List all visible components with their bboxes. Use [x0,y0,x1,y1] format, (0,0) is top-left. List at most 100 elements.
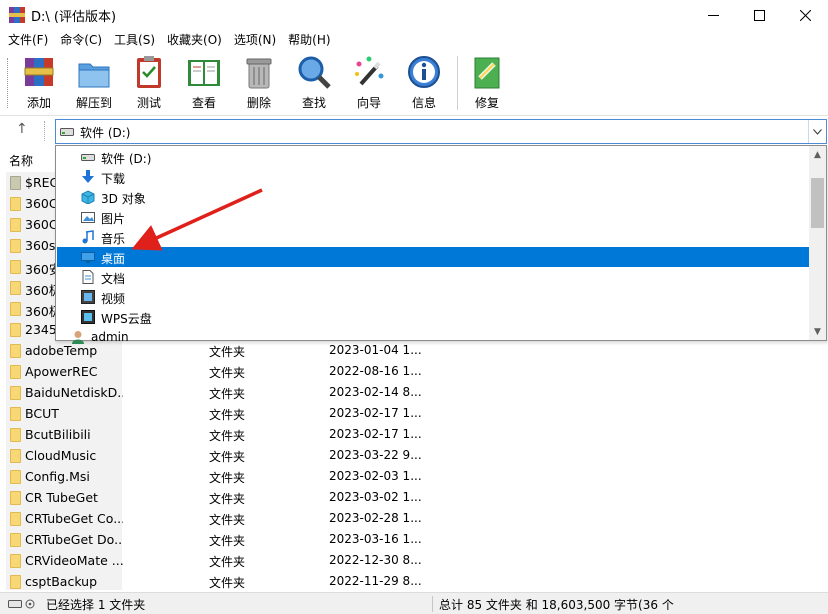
repair-button[interactable]: 修复 [461,54,513,114]
path-dropdown-list: 软件 (D:) 下载 3D 对象 图片音乐桌面文档视频 WPS云盘 admin ▲ ▼ [55,145,827,344]
file-date: 2022-12-30 8... [329,553,422,567]
dropdown-item-music[interactable]: 音乐 [57,227,810,247]
file-date: 2023-03-02 1... [329,490,422,504]
list-item[interactable]: BcutBilibili 文件夹 2023-02-17 1... [0,424,828,445]
file-date: 2023-02-14 8... [329,385,422,399]
file-type: 文件夹 [209,471,246,485]
archive-books-icon [21,54,57,90]
up-arrow-icon[interactable]: ↑ [16,121,28,137]
folder-icon [10,281,21,295]
list-item[interactable]: CR TubeGet 文件夹 2023-03-02 1... [0,487,828,508]
window-title: D:\ (评估版本) [31,9,117,25]
list-item[interactable]: BaiduNetdiskD... 文件夹 2023-02-14 8... [0,382,828,403]
maximize-button[interactable] [736,0,782,30]
dropdown-item-download[interactable]: 下载 [57,167,810,187]
menu-tools[interactable]: 工具(S) [108,30,161,50]
file-name: CRTubeGet Co... [25,511,123,526]
folder-icon [10,449,21,463]
list-item[interactable]: BCUT 文件夹 2023-02-17 1... [0,403,828,424]
view-button[interactable]: 查看 [178,54,230,114]
scroll-down-icon[interactable]: ▼ [809,323,826,340]
folder-extract-icon [76,54,112,90]
file-name: BCUT [25,406,59,421]
list-item[interactable]: Config.Msi 文件夹 2023-02-03 1... [0,466,828,487]
dropdown-item-documents[interactable]: 文档 [57,267,810,287]
file-date: 2023-02-17 1... [329,427,422,441]
documents-icon [81,270,95,284]
status-bar: 已经选择 1 文件夹 总计 85 文件夹 和 18,603,500 字节(36 … [0,592,828,614]
dropdown-item-label: 视频 [101,292,126,306]
folder-icon [10,260,21,274]
list-item[interactable]: CloudMusic 文件夹 2023-03-22 9... [0,445,828,466]
menu-favorites[interactable]: 收藏夹(O) [161,30,228,50]
list-item[interactable]: ApowerREC 文件夹 2022-08-16 1... [0,361,828,382]
download-icon [81,170,95,184]
folder-icon [10,218,21,232]
list-item[interactable]: CRTubeGet Do... 文件夹 2023-03-16 1... [0,529,828,550]
path-combobox[interactable]: 软件 (D:) [55,119,827,144]
menu-commands[interactable]: 命令(C) [54,30,108,50]
dropdown-item-label: 文档 [101,272,126,286]
dropdown-item-desktop[interactable]: 桌面 [57,247,810,267]
extract-to-button[interactable]: 解压到 [68,54,120,114]
file-type: 文件夹 [209,387,246,401]
list-item[interactable]: CRTubeGet Co... 文件夹 2023-02-28 1... [0,508,828,529]
menu-help[interactable]: 帮助(H) [282,30,336,50]
folder-icon [10,575,21,589]
file-date: 2023-03-22 9... [329,448,422,462]
file-name: csptBackup [25,574,98,589]
list-item[interactable]: CRVideoMate ... 文件夹 2022-12-30 8... [0,550,828,571]
address-bar: ↑ 软件 (D:) [0,117,828,145]
winrar-logo-icon [9,7,25,23]
magic-wand-icon [351,54,387,90]
column-name-header[interactable]: 名称 [9,152,33,169]
title-bar: D:\ (评估版本) [0,0,828,30]
dropdown-item-wps-cloud[interactable]: WPS云盘 [57,307,810,327]
menu-options[interactable]: 选项(N) [228,30,282,50]
wps-cloud-icon [81,310,95,324]
path-value: 软件 (D:) [80,126,131,140]
test-button[interactable]: 测试 [123,54,175,114]
repair-kit-icon [469,54,505,90]
dropdown-item-3d-objects[interactable]: 3D 对象 [57,187,810,207]
list-item[interactable]: csptBackup 文件夹 2022-11-29 8... [0,571,828,590]
path-dropdown-button[interactable] [808,120,826,143]
folder-icon [10,533,21,547]
dropdown-item-pictures[interactable]: 图片 [57,207,810,227]
drive-icon [60,128,74,136]
file-type: 文件夹 [209,408,246,422]
dropdown-item-user[interactable]: admin [57,327,810,347]
dropdown-item-label: 桌面 [101,252,126,266]
file-type: 文件夹 [209,450,246,464]
scroll-up-icon[interactable]: ▲ [809,146,826,163]
file-name: CloudMusic [25,448,97,463]
dropdown-scrollbar[interactable]: ▲ ▼ [809,146,826,340]
find-button[interactable]: 查找 [288,54,340,114]
close-button[interactable] [782,0,828,30]
dropdown-item-drive[interactable]: 软件 (D:) [57,147,810,167]
file-name: BaiduNetdiskD... [25,385,123,400]
recycle-bin-icon [10,176,21,190]
file-type: 文件夹 [209,555,246,569]
drive-status-icon [8,599,35,609]
menu-file[interactable]: 文件(F) [2,30,54,50]
dropdown-scroll-thumb[interactable] [811,178,824,228]
dropdown-item-videos[interactable]: 视频 [57,287,810,307]
add-button[interactable]: 添加 [13,54,65,114]
minimize-icon [707,14,719,16]
open-book-icon [186,54,222,90]
folder-icon [10,386,21,400]
dropdown-item-label: 软件 (D:) [101,152,152,166]
folder-icon [10,344,21,358]
minimize-button[interactable] [690,0,736,30]
delete-button[interactable]: 删除 [233,54,285,114]
desktop-icon [81,250,95,264]
wizard-button[interactable]: 向导 [343,54,395,114]
dropdown-item-label: 音乐 [101,232,126,246]
maximize-icon [753,9,765,21]
file-date: 2023-02-28 1... [329,511,422,525]
toolbar-separator [457,56,458,110]
file-date: 2023-02-17 1... [329,406,422,420]
file-name: CRTubeGet Do... [25,532,123,547]
info-button[interactable]: 信息 [398,54,450,114]
